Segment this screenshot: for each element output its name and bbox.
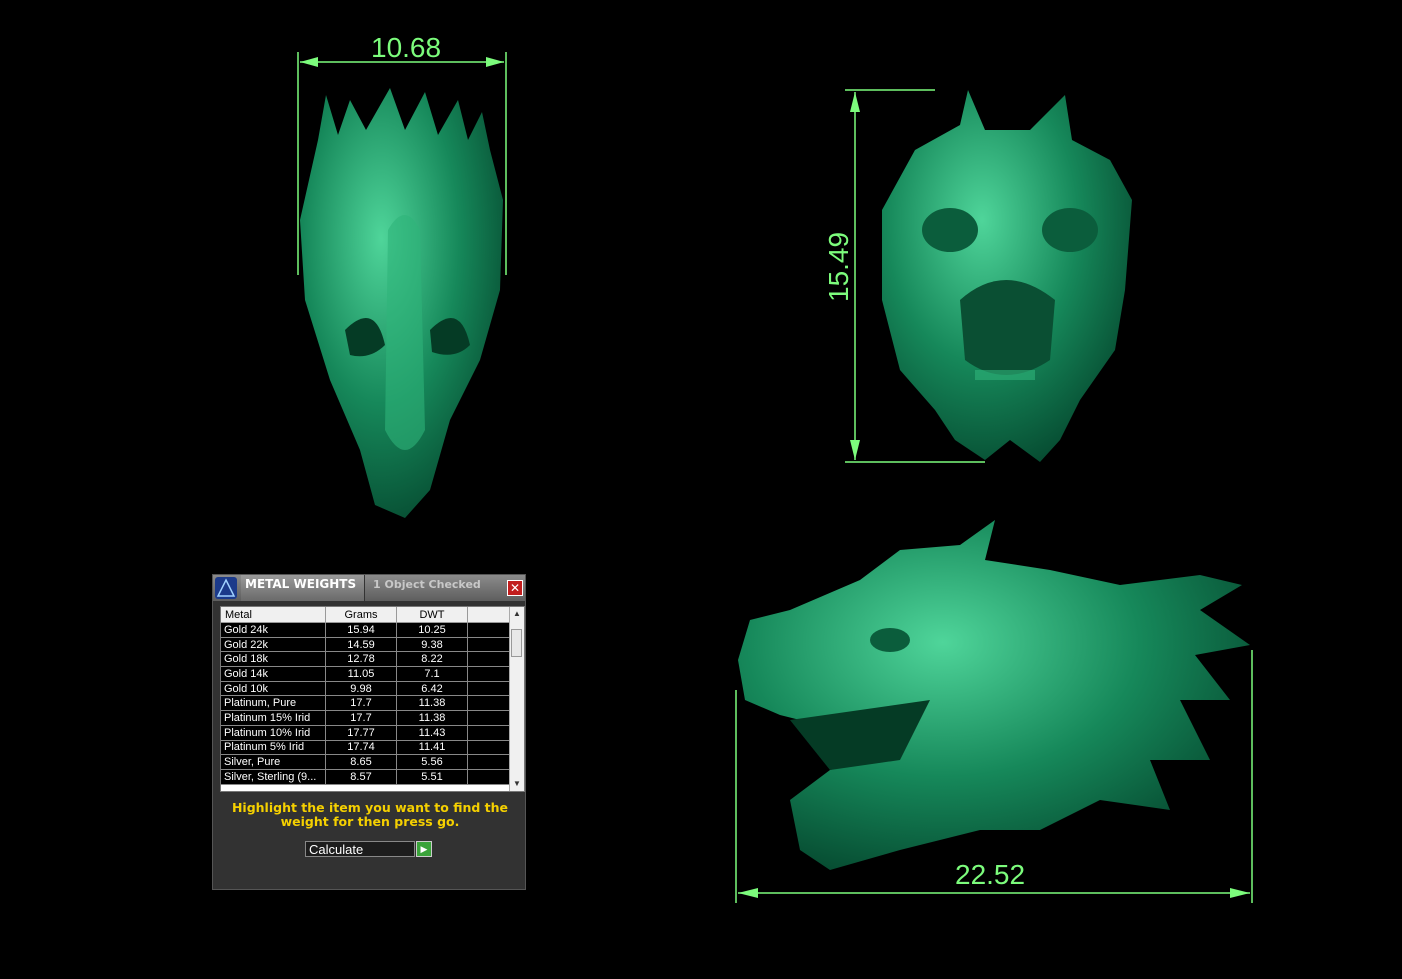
metal-weights-dialog: METAL WEIGHTS 1 Object Checked ✕ Metal G…	[212, 574, 526, 890]
grams-cell: 12.78	[325, 651, 397, 668]
dwt-cell: 11.43	[396, 725, 468, 741]
empty-cell	[467, 695, 513, 712]
grams-cell: 17.74	[325, 740, 397, 756]
grams-cell: 11.05	[325, 666, 397, 682]
side-length-label: 22.52	[955, 859, 1026, 890]
grams-cell: 8.57	[325, 769, 397, 785]
metal-cell: Gold 10k	[221, 681, 326, 697]
table-row[interactable]: Platinum 10% Irid 17.77 11.43	[221, 725, 513, 741]
scroll-up-icon[interactable]: ▲	[512, 609, 522, 619]
scroll-down-icon[interactable]: ▼	[512, 779, 522, 789]
dwt-cell: 10.25	[396, 622, 468, 638]
dialog-title: METAL WEIGHTS	[241, 575, 365, 601]
table-row[interactable]: Platinum 5% Irid 17.74 11.41	[221, 740, 513, 756]
table-row[interactable]: Gold 22k 14.59 9.38	[221, 637, 513, 653]
play-arrow-icon[interactable]: ▶	[416, 841, 432, 857]
dwt-cell: 9.38	[396, 637, 468, 653]
empty-cell	[467, 740, 513, 756]
grams-cell: 15.94	[325, 622, 397, 638]
empty-cell	[467, 651, 513, 668]
dragon-top-view	[300, 88, 503, 518]
metal-cell: Platinum 15% Irid	[221, 710, 326, 726]
table-row[interactable]: Gold 10k 9.98 6.42	[221, 681, 513, 697]
metal-cell: Silver, Sterling (9...	[221, 769, 326, 785]
model-viewport	[297, 52, 1253, 903]
column-header-dwt[interactable]: DWT	[396, 607, 468, 623]
scroll-thumb[interactable]	[511, 629, 522, 657]
close-icon[interactable]: ✕	[507, 580, 523, 596]
metal-cell: Gold 14k	[221, 666, 326, 682]
dwt-cell: 11.41	[396, 740, 468, 756]
empty-cell	[467, 637, 513, 653]
column-header-metal[interactable]: Metal	[221, 607, 326, 623]
grams-cell: 17.7	[325, 695, 397, 712]
top-width-label: 10.68	[371, 32, 442, 63]
grams-cell: 8.65	[325, 754, 397, 770]
grams-cell: 14.59	[325, 637, 397, 653]
grams-cell: 9.98	[325, 681, 397, 697]
table-row[interactable]: Gold 14k 11.05 7.1	[221, 666, 513, 682]
table-row[interactable]: Platinum, Pure 17.7 11.38	[221, 695, 513, 712]
dialog-status: 1 Object Checked	[373, 578, 481, 591]
metal-cell: Platinum, Pure	[221, 695, 326, 712]
dwt-cell: 5.51	[396, 769, 468, 785]
matrix-logo-icon	[215, 577, 237, 599]
dialog-titlebar[interactable]: METAL WEIGHTS 1 Object Checked ✕	[213, 575, 525, 601]
column-header-empty	[467, 607, 513, 623]
dragon-side-view	[738, 520, 1250, 870]
dwt-cell: 11.38	[396, 710, 468, 726]
dwt-cell: 5.56	[396, 754, 468, 770]
empty-cell	[467, 769, 513, 785]
grams-cell: 17.7	[325, 710, 397, 726]
empty-cell	[467, 710, 513, 726]
empty-cell	[467, 725, 513, 741]
table-scrollbar[interactable]: ▲ ▼	[509, 607, 524, 791]
metal-cell: Platinum 5% Irid	[221, 740, 326, 756]
dwt-cell: 7.1	[396, 666, 468, 682]
grams-cell: 17.77	[325, 725, 397, 741]
dwt-cell: 11.38	[396, 695, 468, 712]
metal-cell: Gold 18k	[221, 651, 326, 668]
empty-cell	[467, 681, 513, 697]
metal-weights-table[interactable]: Metal Grams DWT Gold 24k 15.94 10.25 Gold 2…	[220, 606, 525, 792]
empty-cell	[467, 754, 513, 770]
dragon-front-view	[882, 90, 1132, 462]
dwt-cell: 8.22	[396, 651, 468, 668]
calculate-select[interactable]: Calculate	[305, 841, 415, 857]
table-row[interactable]: Silver, Sterling (9... 8.57 5.51	[221, 769, 513, 785]
metal-cell: Gold 22k	[221, 637, 326, 653]
metal-cell: Gold 24k	[221, 622, 326, 638]
table-row[interactable]: Gold 24k 15.94 10.25	[221, 622, 513, 638]
front-height-label: 15.49	[823, 231, 854, 302]
metal-cell: Platinum 10% Irid	[221, 725, 326, 741]
instruction-text: Highlight the item you want to find the …	[231, 800, 509, 829]
empty-cell	[467, 622, 513, 638]
empty-cell	[467, 666, 513, 682]
table-row[interactable]: Silver, Pure 8.65 5.56	[221, 754, 513, 770]
table-row[interactable]: Gold 18k 12.78 8.22	[221, 651, 513, 668]
metal-cell: Silver, Pure	[221, 754, 326, 770]
table-row[interactable]: Platinum 15% Irid 17.7 11.38	[221, 710, 513, 726]
column-header-grams[interactable]: Grams	[325, 607, 397, 623]
dwt-cell: 6.42	[396, 681, 468, 697]
